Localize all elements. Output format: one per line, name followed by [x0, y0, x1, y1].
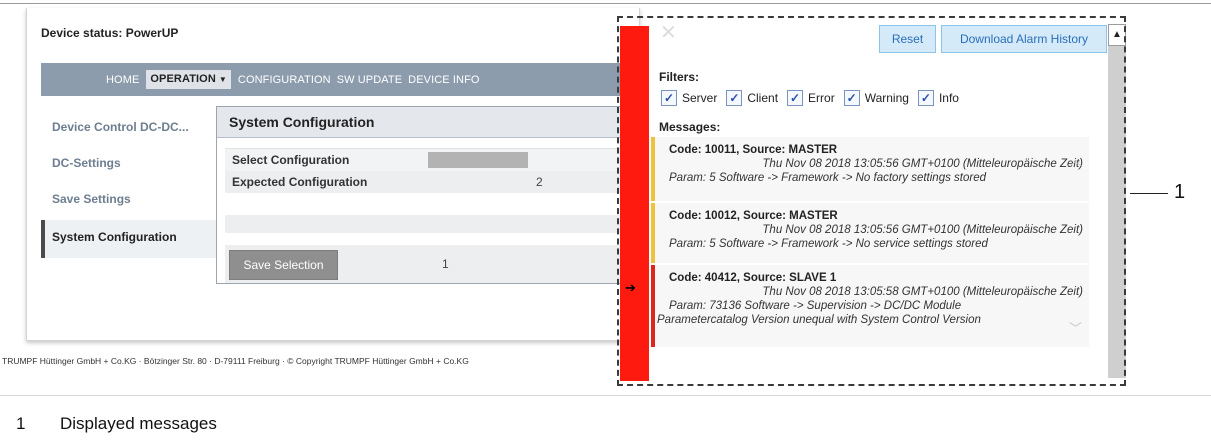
select-configuration-label: Select Configuration — [232, 153, 350, 167]
sidebar-item-device-control[interactable]: Device Control DC-DC... — [41, 109, 217, 145]
save-selection-button[interactable]: Save Selection — [229, 250, 338, 280]
spacer-row — [225, 215, 640, 233]
legend-text: Displayed messages — [60, 414, 217, 433]
sidebar-item-dc-settings[interactable]: DC-Settings — [41, 145, 217, 181]
sidebar-item-save-settings[interactable]: Save Settings — [41, 181, 217, 217]
divider — [0, 395, 1211, 396]
callout-leader-line — [1130, 193, 1168, 194]
expected-configuration-label: Expected Configuration — [232, 175, 368, 189]
device-status: Device status: PowerUP — [41, 26, 179, 40]
sidebar-item-system-configuration[interactable]: System Configuration — [41, 220, 217, 258]
sidebar: Device Control DC-DC... DC-Settings Save… — [41, 109, 217, 258]
panel-title: System Configuration — [217, 107, 640, 138]
callout-number: 1 — [1174, 181, 1186, 203]
select-configuration-row: Select Configuration ⌄ — [225, 148, 640, 172]
nav-configuration[interactable]: CONFIGURATION — [235, 74, 334, 86]
nav-home[interactable]: HOME — [103, 74, 142, 86]
nav-operation[interactable]: OPERATION ▼ — [146, 70, 231, 89]
callout-frame — [617, 16, 1126, 386]
nav-device-info[interactable]: DEVICE INFO — [405, 74, 482, 86]
footer-text: TRUMPF Hüttinger GmbH + Co.KG · Bötzinge… — [2, 356, 469, 366]
expected-configuration-row: Expected Configuration 2 — [225, 171, 640, 193]
legend-number: 1 — [16, 414, 26, 433]
top-rule — [0, 3, 1211, 4]
caret-down-icon: ▼ — [218, 75, 227, 84]
expected-configuration-value: 2 — [536, 175, 543, 189]
save-selection-value: 1 — [442, 257, 449, 271]
device-web-ui: Device status: PowerUP HOME OPERATION ▼ … — [26, 8, 640, 341]
nav-sw-update[interactable]: SW UPDATE — [334, 74, 405, 86]
main-nav: HOME OPERATION ▼ CONFIGURATION SW UPDATE… — [41, 63, 639, 96]
system-configuration-panel: System Configuration Select Configuratio… — [216, 106, 640, 284]
nav-operation-label: OPERATION — [150, 73, 216, 85]
configuration-select[interactable] — [428, 152, 528, 168]
legend: 1 Displayed messages — [16, 414, 217, 434]
